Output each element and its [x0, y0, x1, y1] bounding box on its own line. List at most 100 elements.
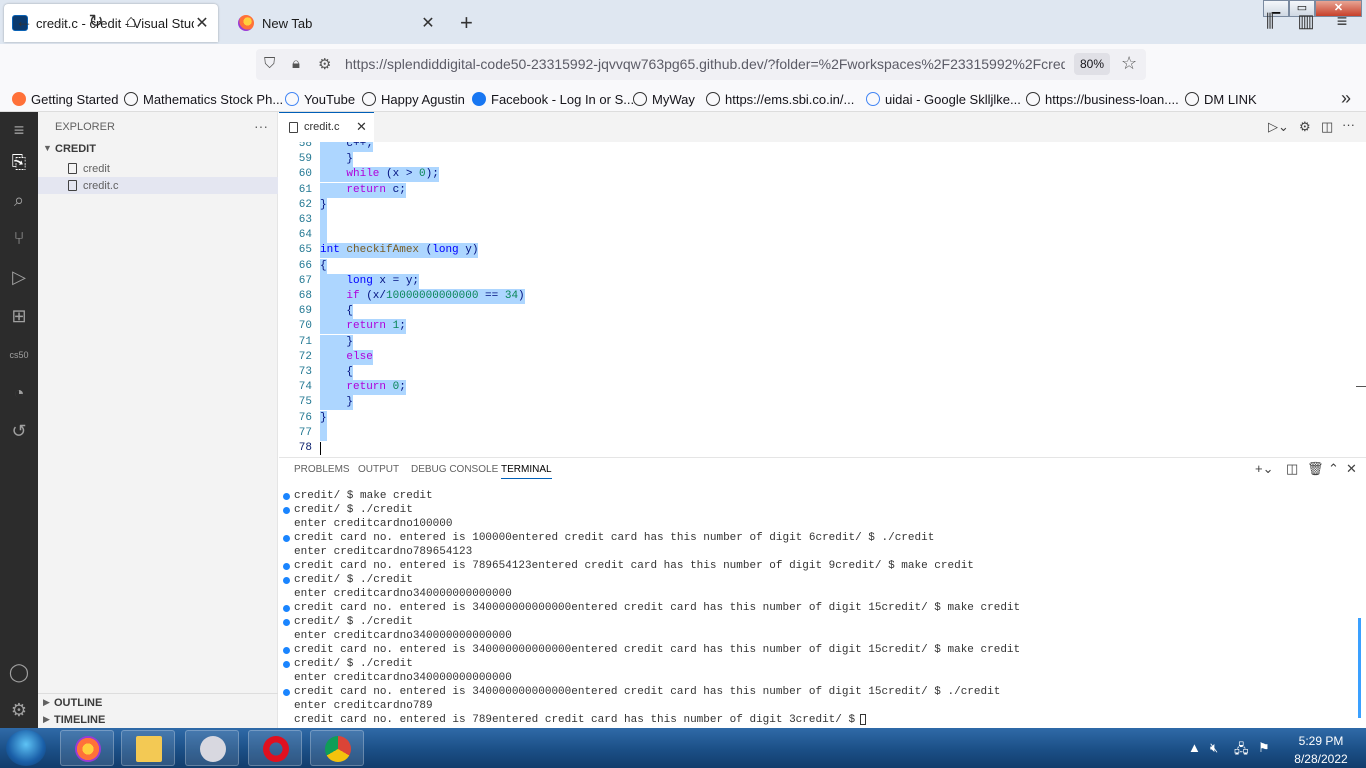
duck-icon[interactable]: ◔ — [7, 381, 31, 405]
tab-terminal[interactable]: TERMINAL — [501, 464, 552, 479]
new-tab-plus-icon[interactable]: + — [460, 10, 473, 36]
back-arrow-icon[interactable]: ← — [12, 9, 36, 33]
code-line[interactable]: 68 if (x/10000000000000 == 34) — [279, 289, 1366, 304]
more-actions-icon[interactable]: ··· — [1342, 117, 1355, 132]
code-line[interactable]: 63 — [279, 213, 1366, 228]
url-text[interactable]: https://splendiddigital-code50-23315992-… — [345, 56, 1065, 72]
file-item-credit[interactable]: credit — [83, 163, 110, 175]
file-item-credit-c[interactable]: credit.c — [83, 180, 118, 192]
bookmark-item[interactable]: YouTube — [285, 90, 355, 108]
more-actions-icon[interactable]: ··· — [254, 118, 268, 134]
bookmark-item[interactable]: Facebook - Log In or S... — [472, 90, 634, 108]
taskbar-chrome[interactable] — [310, 730, 364, 766]
code-line[interactable]: 77 — [279, 425, 1366, 441]
taskbar-opera[interactable] — [248, 730, 302, 766]
bookmark-item[interactable]: https://business-loan.... — [1026, 90, 1179, 108]
reload-icon[interactable]: ↻ — [84, 9, 108, 33]
code-text[interactable]: if (x/10000000000000 == 34) — [320, 289, 525, 304]
taskbar-app[interactable] — [185, 730, 239, 766]
new-terminal-plus-icon[interactable]: +⌄ — [1255, 461, 1273, 477]
remote-explorer-icon[interactable]: ↺ — [7, 419, 31, 443]
code-text[interactable]: else — [320, 349, 373, 365]
trash-icon[interactable]: 🗑︎ — [1307, 461, 1324, 477]
code-text[interactable]: { — [320, 365, 354, 380]
code-text[interactable]: } — [320, 152, 354, 168]
close-icon[interactable]: ✕ — [356, 119, 367, 135]
code-line[interactable]: 72 else — [279, 349, 1366, 365]
taskbar-firefox[interactable] — [60, 730, 114, 766]
menu-hamburger-icon[interactable]: ≡ — [1330, 9, 1354, 33]
code-text[interactable] — [320, 228, 327, 244]
bookmark-item[interactable]: https://ems.sbi.co.in/... — [706, 90, 854, 108]
code-line[interactable]: 69 { — [279, 304, 1366, 320]
command-status-dot[interactable] — [283, 576, 290, 584]
taskbar-explorer[interactable] — [121, 730, 175, 766]
code-text[interactable]: } — [320, 197, 327, 213]
code-line[interactable]: 58 c++; — [279, 142, 1366, 152]
forward-arrow-icon[interactable]: → — [48, 9, 72, 33]
code-text[interactable]: } — [320, 334, 354, 350]
home-icon[interactable]: ⌂ — [119, 9, 143, 33]
split-terminal-icon[interactable]: ◫ — [1286, 461, 1298, 477]
bookmark-item[interactable]: Mathematics Stock Ph... — [124, 90, 283, 108]
source-control-icon[interactable]: ⑂ — [7, 226, 31, 250]
tab-output[interactable]: OUTPUT — [358, 464, 399, 475]
chevron-down-icon[interactable]: ▼ — [43, 143, 52, 153]
code-text[interactable]: c++; — [320, 142, 373, 152]
code-line[interactable]: 70 return 1; — [279, 319, 1366, 335]
close-panel-icon[interactable]: ✕ — [1346, 461, 1357, 477]
network-icon[interactable]: 🖧︎ — [1234, 740, 1249, 762]
bookmark-item[interactable]: DM LINK — [1185, 90, 1257, 108]
tab-problems[interactable]: PROBLEMS — [294, 464, 350, 475]
code-text[interactable]: int checkifAmex (long y) — [320, 243, 479, 259]
shield-icon[interactable]: ⛉ — [264, 55, 275, 72]
code-editor[interactable]: 58 c++; 59 } 60 while (x > 0); 61 return c;… — [279, 142, 1366, 455]
lock-icon[interactable]: 🔒︎ — [292, 55, 300, 72]
volume-muted-icon[interactable]: 🔇︎ — [1210, 740, 1218, 756]
clock-date[interactable]: 8/28/2022 — [1284, 752, 1358, 766]
action-center-flag-icon[interactable]: ⚑ — [1258, 740, 1270, 756]
chevron-right-icon[interactable]: ▶ — [43, 714, 50, 725]
code-text[interactable]: long x = y; — [320, 273, 420, 289]
bookmark-item[interactable]: MyWay — [633, 90, 695, 108]
command-status-dot[interactable] — [283, 492, 290, 500]
sidebar-icon[interactable]: ▥ — [1294, 9, 1318, 33]
menu-hamburger-icon[interactable]: ≡ — [7, 118, 31, 142]
split-editor-icon[interactable]: ◫ — [1321, 119, 1333, 135]
command-status-dot[interactable] — [283, 534, 290, 542]
cs50-icon[interactable]: cs50 — [7, 343, 31, 367]
show-hidden-icons-chevron-icon[interactable]: ▲ — [1188, 740, 1201, 755]
timeline-section[interactable]: TIMELINE — [54, 714, 105, 726]
extensions-icon[interactable]: ⊞ — [7, 304, 31, 328]
code-text[interactable]: { — [320, 258, 327, 274]
permissions-icon[interactable]: ⚙ — [318, 55, 331, 73]
code-line[interactable]: 78 — [279, 441, 1366, 455]
code-text[interactable]: } — [320, 395, 354, 411]
code-line[interactable]: 59 } — [279, 152, 1366, 168]
command-status-dot[interactable] — [283, 688, 290, 696]
command-status-dot[interactable] — [283, 646, 290, 654]
outline-section[interactable]: OUTLINE — [54, 697, 102, 709]
code-line[interactable]: 71 } — [279, 334, 1366, 350]
search-icon[interactable]: ⌕ — [7, 188, 31, 212]
code-line[interactable]: 62} — [279, 197, 1366, 213]
close-tab-icon[interactable]: ✕ — [420, 13, 436, 33]
browser-tab-newtab[interactable]: New Tab ✕ — [230, 4, 444, 42]
code-line[interactable]: 64 — [279, 228, 1366, 244]
code-text[interactable] — [320, 425, 327, 441]
more-bookmarks-chevron-icon[interactable]: » — [1334, 86, 1358, 110]
tab-debug-console[interactable]: DEBUG CONSOLE — [411, 464, 498, 475]
code-text[interactable] — [320, 213, 327, 228]
editor-tab-credit-c[interactable]: credit.c ✕ — [279, 112, 374, 142]
command-status-dot[interactable] — [283, 618, 290, 626]
code-line[interactable]: 60 while (x > 0); — [279, 167, 1366, 183]
run-debug-icon[interactable]: ▷ — [7, 265, 31, 289]
bookmark-star-icon[interactable]: ☆ — [1121, 53, 1137, 74]
code-text[interactable]: { — [320, 304, 354, 320]
code-line[interactable]: 65 int checkifAmex (long y) — [279, 243, 1366, 259]
bookmark-item[interactable]: Getting Started — [12, 90, 118, 108]
code-line[interactable]: 67 long x = y; — [279, 273, 1366, 289]
code-line[interactable]: 73 { — [279, 365, 1366, 380]
run-icon[interactable]: ▷⌄ — [1268, 119, 1289, 135]
maximize-panel-chevron-up-icon[interactable]: ⌃ — [1328, 461, 1339, 477]
